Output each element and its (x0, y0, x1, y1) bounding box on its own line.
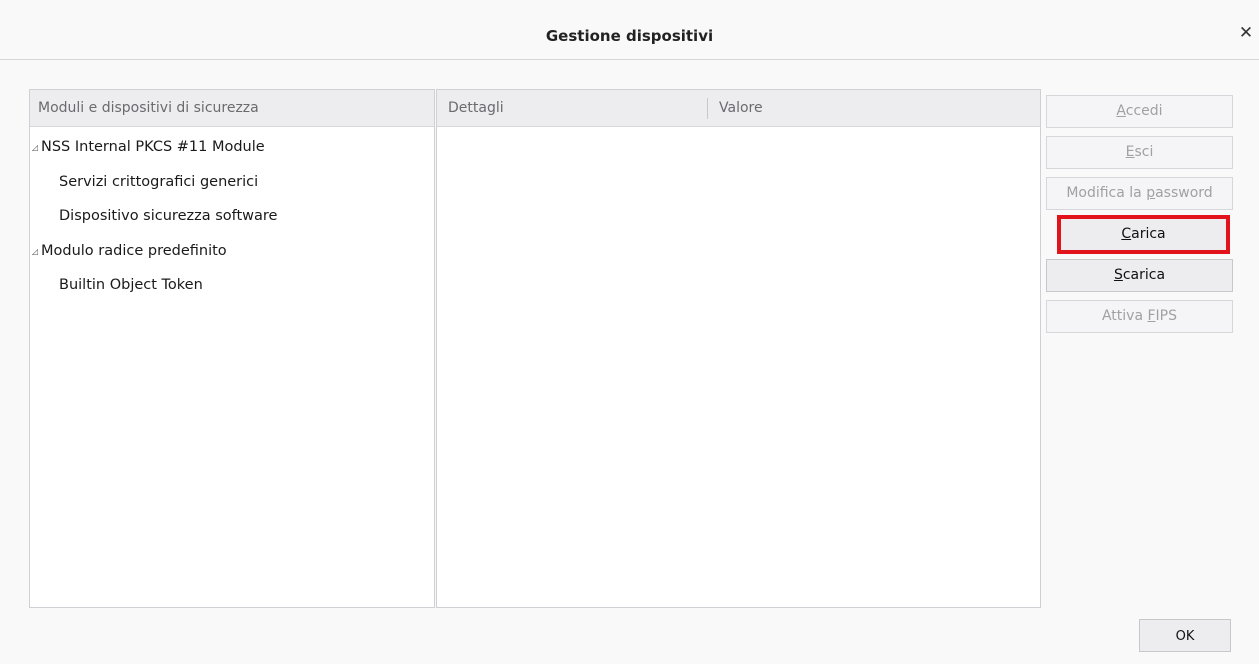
value-column-header[interactable]: Valore (719, 90, 763, 127)
tree-column-header-label: Moduli e dispositivi di sicurezza (38, 100, 259, 116)
security-modules-tree[interactable]: Moduli e dispositivi di sicurezza ◿ NSS I… (29, 89, 435, 608)
dialog-title: Gestione dispositivi (545, 27, 714, 45)
access-key: F (1147, 308, 1156, 324)
button-label: carica (1122, 267, 1166, 283)
tree-row-generic-crypto-services[interactable]: Servizi crittografici generici (30, 165, 434, 200)
tree-row-builtin-object-token[interactable]: Builtin Object Token (30, 268, 434, 303)
tree-row-label: NSS Internal PKCS #11 Module (41, 139, 265, 155)
close-icon[interactable]: ✕ (1237, 24, 1255, 42)
device-manager-dialog: Gestione dispositivi ✕ Moduli e disposit… (0, 0, 1259, 664)
access-key: S (1113, 267, 1123, 283)
change-password-button[interactable]: Modifica la password (1046, 177, 1233, 210)
tree-row-label: Builtin Object Token (59, 277, 203, 293)
button-label: sci (1134, 144, 1154, 160)
details-column-header[interactable]: Dettagli (448, 90, 504, 127)
title-bar: Gestione dispositivi ✕ (0, 0, 1259, 60)
expand-twisty-icon[interactable]: ◿ (32, 235, 41, 269)
button-label: Modifica la (1066, 185, 1147, 201)
tree-row-label: Servizi crittografici generici (59, 173, 259, 190)
unload-button[interactable]: Scarica (1046, 259, 1233, 292)
ok-button[interactable]: OK (1139, 619, 1231, 652)
column-divider[interactable] (707, 98, 708, 119)
load-button[interactable]: Carica (1057, 215, 1230, 254)
enable-fips-button[interactable]: Attiva FIPS (1046, 300, 1233, 333)
button-label: IPS (1155, 308, 1178, 324)
tree-row-nss-internal-module[interactable]: ◿ NSS Internal PKCS #11 Module (30, 130, 434, 165)
tree-row-software-security-device[interactable]: Dispositivo sicurezza software (30, 199, 434, 234)
button-label: assword (1155, 185, 1213, 201)
expand-twisty-icon[interactable]: ◿ (32, 131, 41, 165)
button-label: Attiva (1101, 308, 1148, 324)
login-button[interactable]: Accedi (1046, 95, 1233, 128)
access-key: C (1121, 226, 1132, 242)
details-table[interactable]: Dettagli Valore (436, 89, 1041, 608)
tree-row-label: Modulo radice predefinito (41, 242, 227, 259)
tree-rows: ◿ NSS Internal PKCS #11 Module Servizi cr… (30, 130, 434, 303)
action-buttons: Accedi Esci Modifica la password Carica … (1046, 95, 1233, 341)
logout-button[interactable]: Esci (1046, 136, 1233, 169)
details-column-headers: Dettagli Valore (437, 90, 1040, 127)
access-key: A (1116, 103, 1126, 119)
tree-row-label: Dispositivo sicurezza software (59, 208, 278, 224)
button-label: arica (1131, 226, 1166, 242)
tree-column-header[interactable]: Moduli e dispositivi di sicurezza (30, 90, 434, 127)
access-key: p (1146, 185, 1156, 201)
tree-row-builtin-roots-module[interactable]: ◿ Modulo radice predefinito (30, 234, 434, 269)
button-label: ccedi (1125, 103, 1163, 119)
